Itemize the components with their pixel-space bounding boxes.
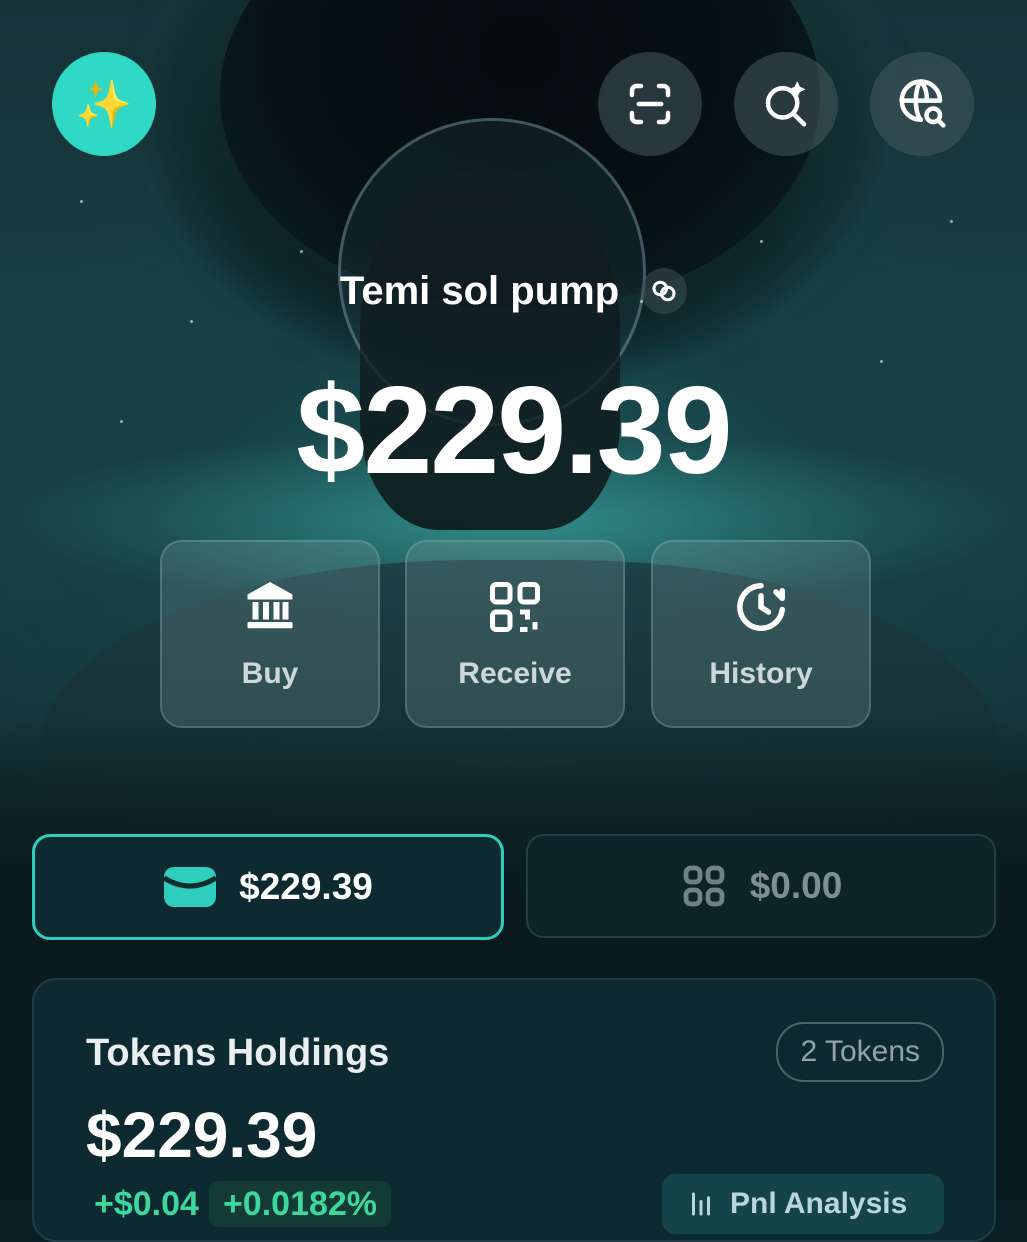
token-count-badge[interactable]: 2 Tokens (776, 1022, 944, 1082)
wallet-name: Temi sol pump (339, 268, 620, 313)
ai-search-icon (765, 81, 807, 127)
tab-collectibles[interactable]: $0.00 (526, 834, 996, 938)
tab-wallet-balance[interactable]: $229.39 (32, 834, 504, 940)
change-percent: +0.0182% (208, 1181, 392, 1227)
link-icon (652, 280, 676, 302)
history-label: History (709, 657, 813, 690)
scan-button[interactable] (598, 52, 702, 156)
buy-button[interactable]: Buy (160, 540, 380, 728)
web-search-button[interactable] (870, 52, 974, 156)
grid-icon (683, 865, 725, 907)
scan-icon (629, 83, 671, 125)
wallet-name-row: Temi sol pump (0, 268, 1027, 314)
history-button[interactable]: History (651, 540, 871, 728)
ai-search-button[interactable] (734, 52, 838, 156)
pnl-analysis-button[interactable]: Pnl Analysis (662, 1174, 944, 1234)
copy-address-button[interactable] (641, 268, 688, 314)
bank-icon (247, 582, 293, 629)
tab-collectibles-value: $0.00 (749, 865, 843, 906)
pnl-analysis-label: Pnl Analysis (730, 1187, 908, 1220)
holdings-value: $229.39 (86, 1099, 318, 1171)
sparkles-icon: ✨ (75, 77, 133, 130)
history-icon (737, 583, 785, 631)
holdings-change: +$0.04 +0.0182% (94, 1181, 392, 1227)
token-holdings-card: Tokens Holdings 2 Tokens $229.39 +$0.04 +… (32, 978, 996, 1242)
web-search-icon (899, 79, 946, 128)
buy-label: Buy (241, 657, 299, 690)
app-logo-button[interactable]: ✨ (52, 52, 156, 156)
change-value: +$0.04 (94, 1185, 199, 1223)
receive-button[interactable]: Receive (405, 540, 625, 728)
receive-label: Receive (458, 657, 572, 690)
qr-code-icon (490, 582, 540, 632)
total-balance: $229.39 (296, 362, 732, 500)
holdings-title: Tokens Holdings (86, 1032, 390, 1074)
tab-wallet-value: $229.39 (239, 866, 373, 907)
chart-icon (692, 1192, 710, 1216)
wallet-icon (163, 867, 218, 907)
